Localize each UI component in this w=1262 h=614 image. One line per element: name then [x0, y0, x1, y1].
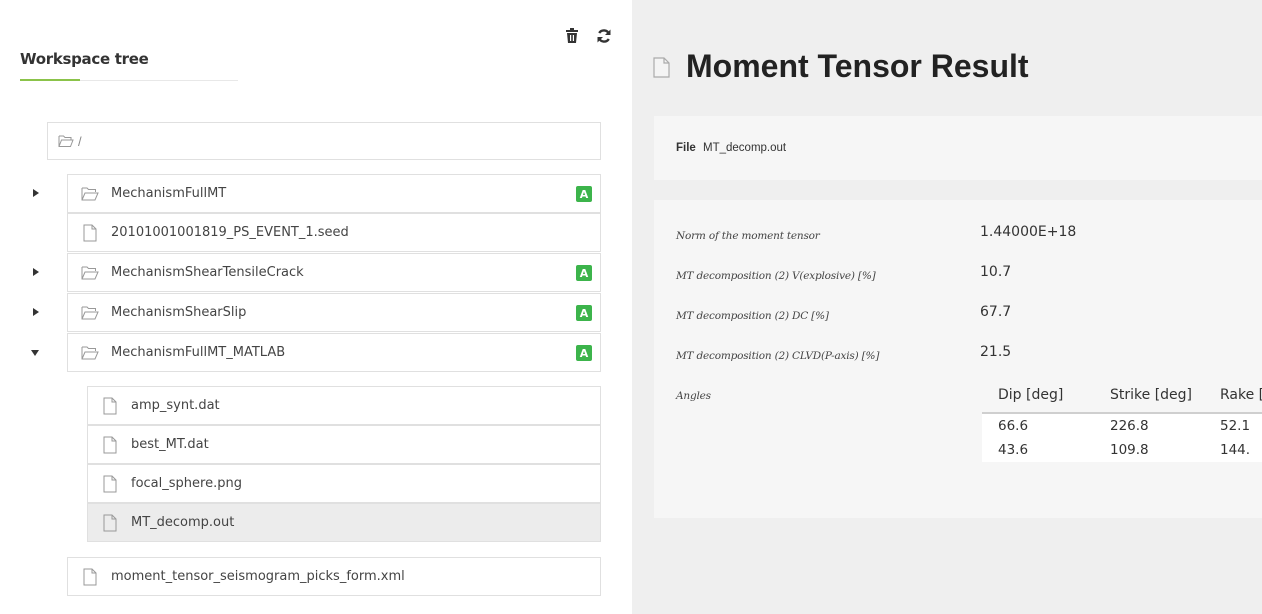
- file-icon: [103, 397, 117, 414]
- tree-item-label: MechanismFullMT_MATLAB: [111, 345, 286, 360]
- angles-header-rake: Rake [deg]: [1220, 387, 1262, 403]
- file-icon: [103, 436, 117, 453]
- workspace-tree-panel: Workspace tree / MechanismFullMT A 20101…: [0, 0, 632, 614]
- angles-cell: 109.8: [1110, 442, 1149, 458]
- expand-caret-icon[interactable]: [29, 186, 43, 200]
- folder-open-icon: [81, 346, 99, 359]
- table-row: 66.6 226.8 52.1: [982, 414, 1262, 438]
- panel-title: Workspace tree: [20, 50, 149, 68]
- trash-icon[interactable]: [565, 28, 581, 44]
- file-icon: [83, 568, 97, 585]
- tree-item-label: best_MT.dat: [131, 437, 209, 452]
- result-values-card: Norm of the moment tensor 1.44000E+18 MT…: [654, 200, 1262, 518]
- tree-file-focal-sphere[interactable]: focal_sphere.png: [87, 464, 601, 503]
- angles-table-header: Dip [deg] Strike [deg] Rake [deg]: [982, 380, 1262, 414]
- tree-item-label: MT_decomp.out: [131, 515, 235, 530]
- tree-item-label: 20101001001819_PS_EVENT_1.seed: [111, 225, 349, 240]
- collapse-caret-icon[interactable]: [28, 346, 42, 360]
- page-title: Moment Tensor Result: [652, 48, 1029, 85]
- file-label: File: [676, 142, 696, 154]
- tree-item-label: amp_synt.dat: [131, 398, 220, 413]
- angles-header-strike: Strike [deg]: [1110, 387, 1193, 403]
- title-underline-accent: [20, 79, 80, 81]
- table-row: 43.6 109.8 144.: [982, 438, 1262, 462]
- angles-cell: 144.: [1220, 442, 1251, 458]
- tree-item-label: MechanismShearTensileCrack: [111, 265, 304, 280]
- angles-cell: 52.1: [1220, 418, 1251, 434]
- tree-folder-mechanismsheartensilecrack[interactable]: MechanismShearTensileCrack A: [67, 253, 601, 292]
- result-value: 1.44000E+18: [980, 224, 1077, 240]
- angles-cell: 66.6: [998, 418, 1029, 434]
- status-badge: A: [576, 345, 592, 361]
- refresh-icon[interactable]: [596, 28, 612, 44]
- file-info-card: File MT_decomp.out: [654, 116, 1262, 180]
- tree-folder-mechanismfullmt[interactable]: MechanismFullMT A: [67, 174, 601, 213]
- file-icon: [83, 224, 97, 241]
- result-panel: Moment Tensor Result File MT_decomp.out …: [632, 0, 1262, 614]
- result-label: Norm of the moment tensor: [676, 230, 820, 242]
- file-name: MT_decomp.out: [703, 142, 787, 154]
- result-value: 67.7: [980, 304, 1012, 320]
- result-label: MT decomposition (2) DC [%]: [676, 310, 829, 322]
- tree-file-best-mt[interactable]: best_MT.dat: [87, 425, 601, 464]
- result-label: MT decomposition (2) V(explosive) [%]: [676, 270, 876, 282]
- expand-caret-icon[interactable]: [29, 265, 43, 279]
- page-title-text: Moment Tensor Result: [686, 48, 1029, 84]
- status-badge: A: [576, 186, 592, 202]
- angles-label: Angles: [676, 390, 711, 402]
- result-value: 10.7: [980, 264, 1012, 280]
- file-icon: [103, 514, 117, 531]
- root-folder-path[interactable]: /: [47, 122, 601, 160]
- status-badge: A: [576, 265, 592, 281]
- angles-header-dip: Dip [deg]: [998, 387, 1064, 403]
- tree-folder-mechanismshearslip[interactable]: MechanismShearSlip A: [67, 293, 601, 332]
- tree-file-seed[interactable]: 20101001001819_PS_EVENT_1.seed: [67, 213, 601, 252]
- status-badge: A: [576, 305, 592, 321]
- angles-cell: 226.8: [1110, 418, 1149, 434]
- expand-caret-icon[interactable]: [29, 305, 43, 319]
- tree-item-label: MechanismShearSlip: [111, 305, 247, 320]
- tree-item-label: MechanismFullMT: [111, 186, 227, 201]
- tree-item-label: focal_sphere.png: [131, 476, 242, 491]
- tree-item-label: moment_tensor_seismogram_picks_form.xml: [111, 569, 405, 584]
- file-icon: [653, 56, 670, 78]
- file-icon: [103, 475, 117, 492]
- file-info: File MT_decomp.out: [676, 142, 786, 154]
- tree-file-amp-synt[interactable]: amp_synt.dat: [87, 386, 601, 425]
- folder-open-icon: [58, 135, 74, 147]
- folder-open-icon: [81, 306, 99, 319]
- angles-cell: 43.6: [998, 442, 1029, 458]
- tree-folder-mechanismfullmt-matlab[interactable]: MechanismFullMT_MATLAB A: [67, 333, 601, 372]
- tree-file-mt-decomp[interactable]: MT_decomp.out: [87, 503, 601, 542]
- root-path-label: /: [78, 133, 82, 149]
- folder-open-icon: [81, 187, 99, 200]
- folder-open-icon: [81, 266, 99, 279]
- result-value: 21.5: [980, 344, 1012, 360]
- angles-table: Dip [deg] Strike [deg] Rake [deg] 66.6 2…: [982, 380, 1262, 462]
- result-label: MT decomposition (2) CLVD(P-axis) [%]: [676, 350, 880, 362]
- tree-file-picks-form[interactable]: moment_tensor_seismogram_picks_form.xml: [67, 557, 601, 596]
